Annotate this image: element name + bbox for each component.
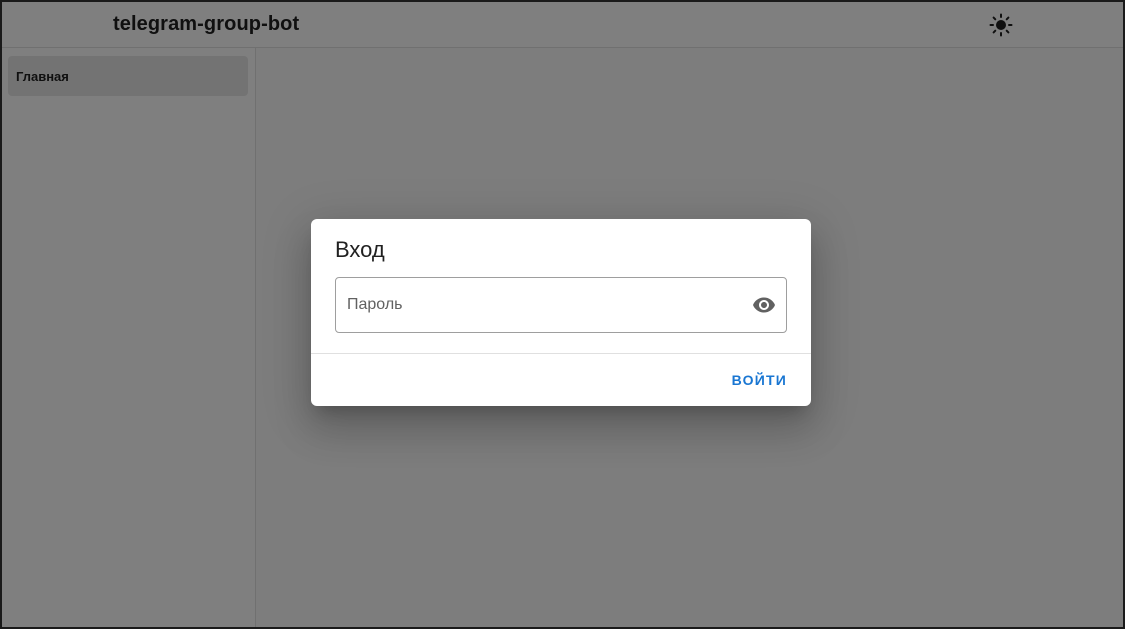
login-dialog: Вход ВОЙТИ xyxy=(311,219,811,406)
toggle-password-visibility-button[interactable] xyxy=(752,293,776,317)
eye-icon xyxy=(753,297,775,313)
login-button[interactable]: ВОЙТИ xyxy=(724,364,795,396)
password-input[interactable] xyxy=(336,278,786,332)
dialog-actions: ВОЙТИ xyxy=(311,354,811,406)
dialog-title: Вход xyxy=(335,237,385,262)
password-field xyxy=(335,277,787,333)
